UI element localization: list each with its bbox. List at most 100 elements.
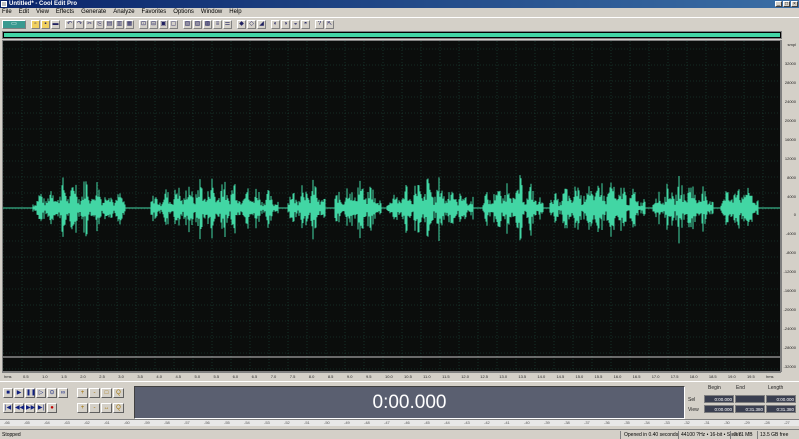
stop-button[interactable]: ■ (3, 388, 13, 398)
amplify-icon[interactable]: ◆ (237, 19, 246, 29)
go-to-start-button[interactable]: |◀ (3, 402, 13, 413)
paste-icon[interactable]: ▤ (105, 19, 114, 29)
go-to-end-button[interactable]: ▶| (36, 402, 46, 413)
loop-button[interactable]: ∞ (58, 388, 68, 398)
effect-2-icon[interactable]: ◑ (281, 19, 290, 29)
meter-tick-label: -45 (424, 420, 430, 425)
time-tick-label: 10.0 (385, 374, 393, 379)
rewind-button[interactable]: ◀◀ (14, 402, 24, 413)
record-button[interactable]: ● (47, 402, 57, 413)
menu-view[interactable]: View (36, 8, 49, 17)
time-tick-label: hms (4, 374, 12, 379)
zoom-out-horizontal-button[interactable]: - (89, 388, 100, 398)
spectral-view-icon[interactable]: ▧ (183, 19, 192, 29)
menu-analyze[interactable]: Analyze (113, 8, 134, 17)
time-tick-label: 16.5 (632, 374, 641, 379)
fast-forward-button[interactable]: ▶▶ (25, 402, 35, 413)
mix-paste-icon[interactable]: ▦ (125, 19, 134, 29)
meter-tick-label: -66 (4, 420, 10, 425)
meter-tick-label: -47 (384, 420, 390, 425)
play-to-end-button[interactable]: ⊙ (47, 388, 57, 398)
time-tick-label: 13.0 (499, 374, 508, 379)
sel-label: Sel (688, 397, 696, 403)
play-list-icon[interactable]: ☰ (223, 19, 232, 29)
crop-icon[interactable]: ⊡ (139, 19, 148, 29)
overview-bar[interactable] (2, 31, 782, 39)
amplitude-tick-label: 20000 (784, 117, 796, 123)
zoom-out-vertical-button[interactable]: - (89, 402, 100, 413)
menu-generate[interactable]: Generate (81, 8, 106, 17)
help-icon[interactable]: ? (315, 19, 324, 29)
select-all-icon[interactable]: ▣ (159, 19, 168, 29)
view-begin-field[interactable]: 0:00.000 (704, 405, 734, 413)
sel-length-field[interactable]: 0:00.000 (766, 395, 796, 403)
zoom-in-horizontal-button[interactable]: + (77, 388, 88, 398)
amplitude-tick-label: 28000 (784, 79, 796, 85)
multitrack-toggle-button[interactable]: ▭ (2, 19, 26, 29)
maximize-icon[interactable]: □ (783, 1, 790, 7)
menu-options[interactable]: Options (173, 8, 194, 17)
zoom-full-button[interactable]: □ (101, 388, 112, 398)
cut-icon[interactable]: ✂ (85, 19, 94, 29)
menu-favorites[interactable]: Favorites (142, 8, 167, 17)
time-tick-label: 1.5 (61, 374, 67, 379)
amplitude-tick-label: -8000 (785, 250, 796, 256)
menu-effects[interactable]: Effects (56, 8, 74, 17)
undo-icon[interactable]: ↶ (65, 19, 74, 29)
effect-1-icon[interactable]: ◐ (271, 19, 280, 29)
new-file-icon[interactable]: ▫ (31, 19, 40, 29)
time-ruler[interactable]: hms 0.5 1.0 1.5 2.0 2.5 3.0 3.5 4.0 4.5 5.0 5.5 6.0 6… (2, 372, 781, 380)
zoom-in-vertical-button[interactable]: + (77, 402, 88, 413)
amplitude-tick-label: smpl (787, 42, 796, 47)
normalize-icon[interactable]: ◇ (247, 19, 256, 29)
meter-tick-label: -28 (764, 420, 770, 425)
sel-end-field[interactable] (735, 395, 765, 403)
time-tick-label: 11.5 (442, 374, 450, 379)
time-tick-label: 13.5 (518, 374, 527, 379)
save-icon[interactable]: ▬ (51, 19, 60, 29)
waveform-canvas[interactable] (3, 41, 781, 372)
zoom-right-button[interactable]: Q (113, 402, 124, 413)
cue-list-icon[interactable]: ≡ (213, 19, 222, 29)
meter-tick-label: -32 (684, 420, 690, 425)
time-tick-label: 15.0 (575, 374, 584, 379)
waveform-display[interactable] (2, 40, 781, 372)
waveform-view-icon[interactable]: ▨ (193, 19, 202, 29)
meter-tick-label: -59 (144, 420, 150, 425)
meter-tick-label: -30 (724, 420, 730, 425)
close-icon[interactable]: × (791, 1, 798, 7)
silence-icon[interactable]: ▢ (169, 19, 178, 29)
menu-edit[interactable]: Edit (19, 8, 29, 17)
meter-tick-label: -48 (364, 420, 370, 425)
sel-begin-field[interactable]: 0:00.000 (704, 395, 734, 403)
fade-icon[interactable]: ◢ (257, 19, 266, 29)
overview-range[interactable] (4, 33, 780, 37)
time-tick-label: 9.0 (346, 374, 353, 379)
app-icon[interactable] (1, 1, 7, 7)
play-button[interactable]: ▶ (14, 388, 24, 398)
menu-file[interactable]: File (2, 8, 12, 17)
time-tick-label: 19.5 (746, 374, 755, 379)
redo-icon[interactable]: ↷ (75, 19, 84, 29)
minimize-icon[interactable]: _ (775, 1, 782, 7)
time-tick-label: 2.0 (80, 374, 86, 379)
effect-4-icon[interactable]: ◓ (301, 19, 310, 29)
trim-icon[interactable]: ⊟ (149, 19, 158, 29)
view-length-field[interactable]: 0:31.380 (766, 405, 796, 413)
meter-tick-label: -37 (584, 420, 590, 425)
menu-help[interactable]: Help (229, 8, 241, 17)
pause-button[interactable]: ❚❚ (25, 388, 36, 398)
effect-3-icon[interactable]: ◒ (291, 19, 300, 29)
menu-window[interactable]: Window (201, 8, 222, 17)
paste-new-icon[interactable]: ▥ (115, 19, 124, 29)
time-tick-label: 18.5 (708, 374, 717, 379)
zoom-left-button[interactable]: ↔ (101, 402, 112, 413)
frequency-analysis-icon[interactable]: ▩ (203, 19, 212, 29)
meter-tick-label: -49 (344, 420, 350, 425)
open-file-icon[interactable]: ▪ (41, 19, 50, 29)
view-end-field[interactable]: 0:31.380 (735, 405, 765, 413)
play-looped-button[interactable]: ▷ (36, 388, 46, 398)
context-help-icon[interactable]: ⇱ (325, 19, 334, 29)
zoom-selection-button[interactable]: Q (113, 388, 124, 398)
copy-icon[interactable]: ⎘ (95, 19, 104, 29)
